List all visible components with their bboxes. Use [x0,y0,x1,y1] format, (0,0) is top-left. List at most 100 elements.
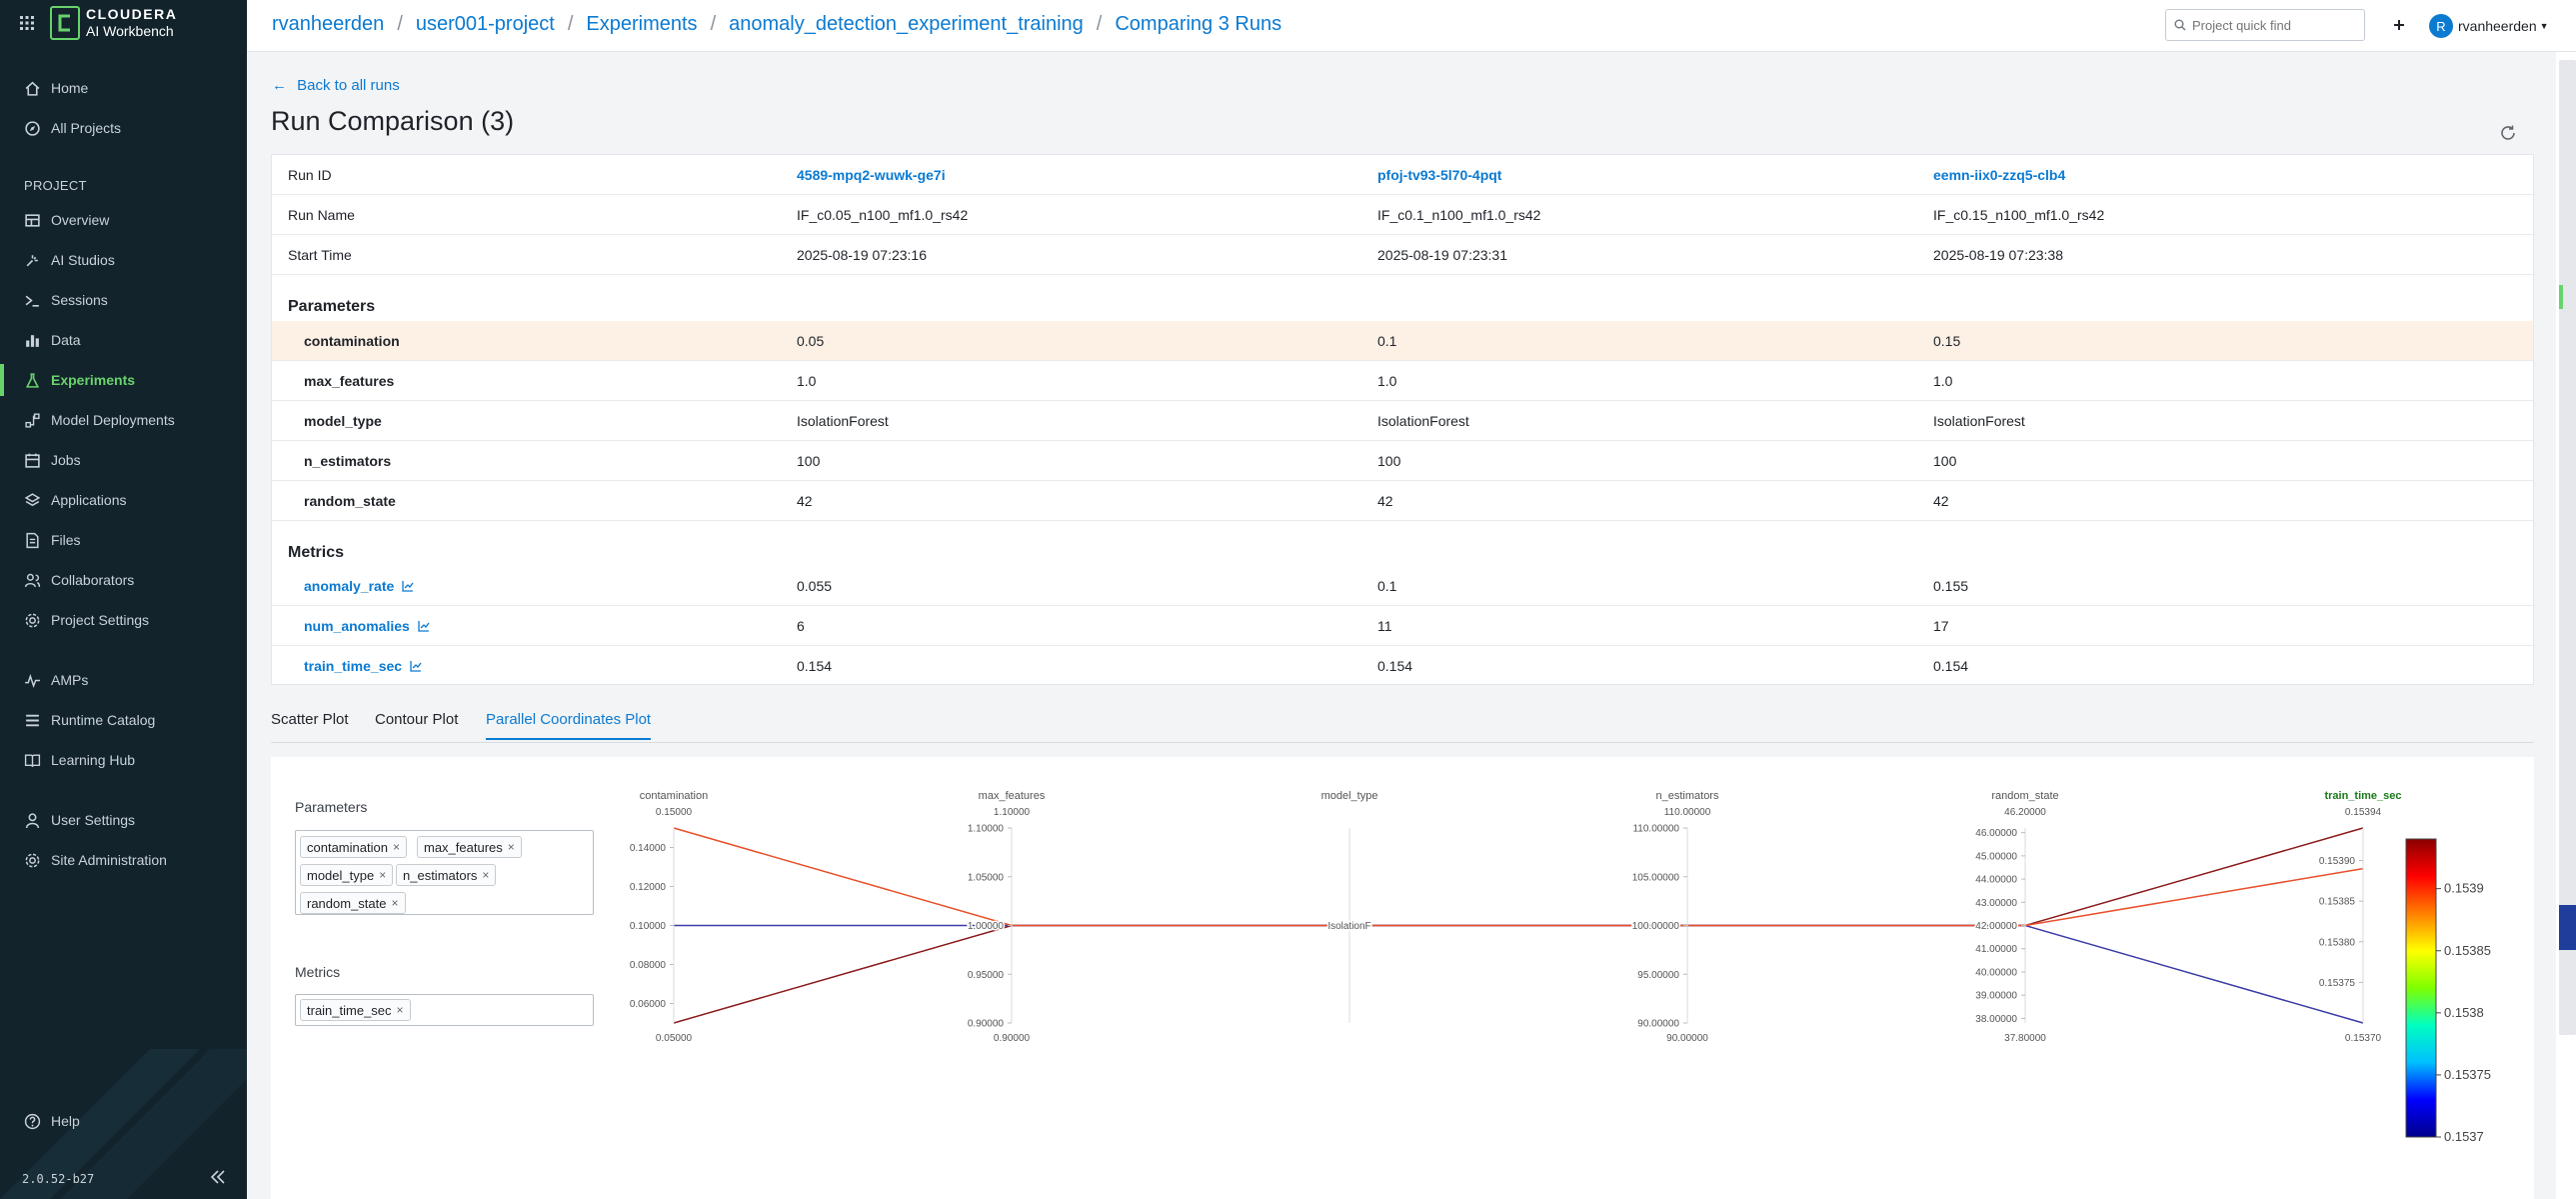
sidebar-item-project-settings[interactable]: Project Settings [0,600,247,640]
page-scrollbar-thumb[interactable] [2559,60,2576,1035]
axis-tick-label: 0.10000 [630,921,667,932]
cell: 42 [797,492,813,509]
sidebar-item-runtime-catalog[interactable]: Runtime Catalog [0,700,247,740]
users-icon [24,573,41,587]
param-label: contamination [304,332,400,349]
help-icon [24,1113,41,1129]
sidebar-item-site-administration[interactable]: Site Administration [0,840,247,880]
cell: IsolationForest [797,412,889,429]
sidebar-item-data[interactable]: Data [0,320,247,360]
sidebar-item-label: Files [51,532,81,548]
search-icon [2174,19,2186,31]
axis-tick-label: IsolationF [1327,921,1370,932]
axis-tick-label: 1.00000 [968,921,1005,932]
sidebar-item-help[interactable]: Help [0,1101,247,1141]
metric-label: train_time_sec [304,657,403,674]
sidebar-item-label: Data [51,332,81,348]
breadcrumb-experiment[interactable]: anomaly_detection_experiment_training [729,13,1084,36]
sidebar-item-label: User Settings [51,812,136,828]
tab-parallel-coordinates-plot[interactable]: Parallel Coordinates Plot [486,711,652,740]
metric-label: num_anomalies [304,617,410,634]
run-id-link[interactable]: eemn-iix0-zzq5-clb4 [1933,155,2065,194]
axis-tick-label: 0.15390 [2319,856,2356,867]
sidebar-item-jobs[interactable]: Jobs [0,440,247,480]
sidebar-item-all-projects[interactable]: All Projects [0,108,247,148]
user-menu[interactable]: R rvanheerden ▼ [2429,14,2549,38]
axis-tick-label: 0.14000 [630,843,667,854]
breadcrumb-separator: / [710,13,717,35]
axis-tick-label: 0.15385 [2319,897,2356,908]
sidebar-item-files[interactable]: Files [0,520,247,560]
sidebar-item-label: Site Administration [51,852,167,868]
project-quick-find[interactable] [2165,9,2365,41]
sidebar-item-user-settings[interactable]: User Settings [0,800,247,840]
breadcrumb-current[interactable]: Comparing 3 Runs [1115,13,1282,36]
sidebar-item-ai-studios[interactable]: AI Studios [0,240,247,280]
axis-tick-label: 0.15375 [2319,978,2356,989]
sidebar-item-overview[interactable]: Overview [0,200,247,240]
tab-scatter-plot[interactable]: Scatter Plot [271,711,349,738]
table-row-model-type: model_type IsolationForest IsolationFore… [272,401,2533,441]
chart-link-icon[interactable] [402,580,414,592]
sidebar-item-amps[interactable]: AMPs [0,660,247,700]
table-row-random-state: random_state 42 42 42 [272,481,2533,521]
metrics-heading: Metrics [288,544,345,561]
cell: IsolationForest [1933,412,2025,429]
metric-link-num-anomalies[interactable]: num_anomalies [304,606,430,645]
axis-tick-label: 0.06000 [630,999,667,1010]
home-icon [25,81,40,96]
sidebar-item-label: Help [51,1113,80,1129]
user-icon [25,812,40,828]
sidebar-item-label: Applications [51,492,127,508]
sidebar-item-label: Runtime Catalog [51,712,156,728]
axis-tick-label: 43.00000 [1975,898,2017,909]
sidebar-section-project: PROJECT [24,178,87,193]
sidebar-item-learning-hub[interactable]: Learning Hub [0,740,247,780]
sidebar-item-sessions[interactable]: Sessions [0,280,247,320]
metric-label: anomaly_rate [304,577,395,594]
breadcrumb-project[interactable]: user001-project [416,13,555,36]
sidebar-item-label: Model Deployments [51,412,175,428]
cell: 100 [797,452,821,469]
deployments-icon [25,412,40,428]
axis-tick-label: 1.10000 [968,824,1005,835]
collapse-sidebar-icon[interactable] [209,1168,227,1186]
breadcrumb-separator: / [567,13,574,35]
sidebar-item-model-deployments[interactable]: Model Deployments [0,400,247,440]
colorbar [2405,838,2437,1138]
table-row-anomaly-rate: anomaly_rate 0.055 0.1 0.155 [272,566,2533,606]
flask-icon [25,372,40,388]
axis-title: model_type [1321,790,1378,802]
sidebar-item-label: AI Studios [51,252,115,268]
metric-link-train-time-sec[interactable]: train_time_sec [304,646,422,685]
search-input[interactable] [2192,17,2352,33]
cell: IsolationForest [1377,412,1469,429]
app-logo[interactable]: CLOUDERA AI Workbench [20,6,177,40]
metric-link-anomaly-rate[interactable]: anomaly_rate [304,566,414,605]
back-to-runs-link[interactable]: ← Back to all runs [272,77,400,94]
sidebar-item-home[interactable]: Home [0,68,247,108]
breadcrumb-experiments[interactable]: Experiments [586,13,697,36]
table-row-start-time: Start Time 2025-08-19 07:23:16 2025-08-1… [272,235,2533,275]
tab-contour-plot[interactable]: Contour Plot [375,711,458,738]
cell: 42 [1377,492,1393,509]
breadcrumb-user[interactable]: rvanheerden [272,13,384,36]
brand-name: CLOUDERA [86,6,178,22]
sidebar-item-experiments[interactable]: Experiments [0,360,247,400]
axis-tick-label: 44.00000 [1975,875,2017,886]
cell: IF_c0.1_n100_mf1.0_rs42 [1377,206,1541,223]
chevron-down-icon: ▼ [2539,21,2549,31]
chart-link-icon[interactable] [410,660,422,672]
run-id-link[interactable]: pfoj-tv93-5l70-4pqt [1377,155,1501,194]
app-grid-icon[interactable] [20,16,34,30]
add-icon[interactable] [2389,15,2409,35]
param-label: max_features [304,372,395,389]
cell: 0.15 [1933,332,1961,349]
sidebar-item-applications[interactable]: Applications [0,480,247,520]
sidebar-item-collaborators[interactable]: Collaborators [0,560,247,600]
chart-link-icon[interactable] [418,620,430,632]
table-row-n-estimators: n_estimators 100 100 100 [272,441,2533,481]
refresh-icon[interactable] [2499,124,2517,142]
run-id-link[interactable]: 4589-mpq2-wuwk-ge7i [797,155,946,194]
parallel-coordinates-chart[interactable]: contamination 0.15000 0.05000 0.14000 0.1200… [271,757,2534,1199]
